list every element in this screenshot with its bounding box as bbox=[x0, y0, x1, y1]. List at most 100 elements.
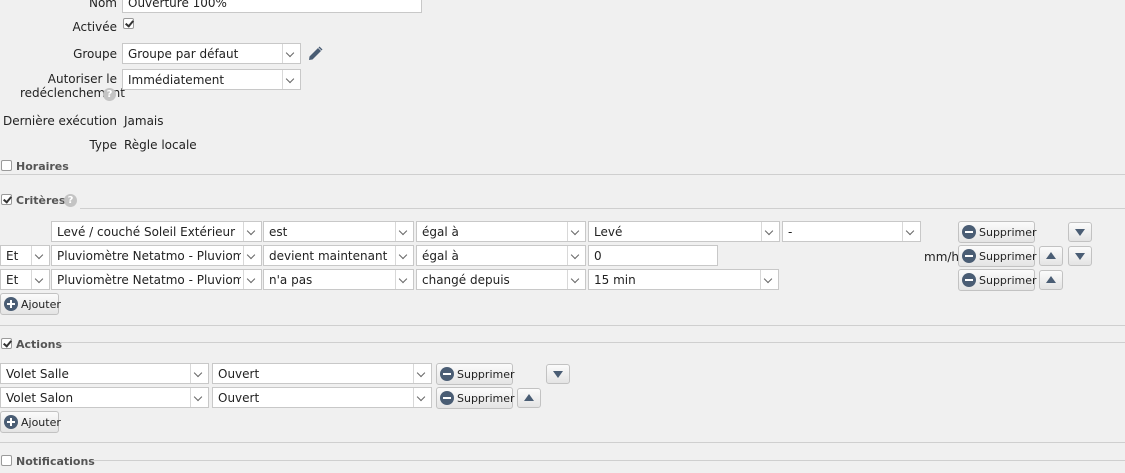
derniere-label: Dernière exécution bbox=[2, 114, 117, 128]
actions-checkbox[interactable] bbox=[1, 338, 12, 349]
delete-label: Supprimer bbox=[457, 392, 515, 405]
help-icon[interactable]: ? bbox=[103, 88, 116, 101]
criterion-2-verb-select[interactable]: devient maintenant bbox=[263, 245, 414, 266]
criterion-2-conj-select[interactable]: Et bbox=[0, 245, 50, 266]
horaires-title: Horaires bbox=[16, 160, 69, 173]
activee-checkbox[interactable] bbox=[123, 18, 134, 29]
delete-label: Supprimer bbox=[979, 226, 1037, 239]
nom-input-value: Ouverture 100% bbox=[128, 0, 227, 10]
notifications-divider bbox=[92, 460, 1125, 461]
criterion-1-extra-select[interactable]: - bbox=[782, 221, 921, 242]
nom-input[interactable]: Ouverture 100% bbox=[122, 0, 422, 13]
plus-circle-icon bbox=[4, 415, 18, 429]
plus-circle-icon bbox=[4, 297, 18, 311]
minus-circle-icon bbox=[962, 225, 976, 239]
criterion-2-delete-button[interactable]: Supprimer bbox=[958, 245, 1037, 267]
criterion-3-op-select[interactable]: changé depuis bbox=[416, 269, 586, 290]
criterion-2-conj: Et bbox=[6, 249, 19, 263]
criterion-1-verb-select[interactable]: est bbox=[263, 221, 414, 242]
criterion-3-device-select[interactable]: Pluviomètre Netatmo - Pluviometrie bbox=[51, 269, 262, 290]
chevron-down-icon bbox=[282, 44, 300, 63]
horaires-checkbox[interactable] bbox=[1, 160, 12, 171]
chevron-down-icon bbox=[761, 222, 779, 241]
groupe-select-value: Groupe par défaut bbox=[128, 47, 239, 61]
add-label: Ajouter bbox=[21, 416, 61, 429]
criterion-1-op-select[interactable]: égal à bbox=[416, 221, 586, 242]
chevron-down-icon bbox=[902, 222, 920, 241]
criterion-3-value-select[interactable]: 15 min bbox=[588, 269, 779, 290]
chevron-down-icon bbox=[190, 364, 208, 383]
criterion-1-move-down-button[interactable] bbox=[1068, 222, 1092, 242]
criterion-2-value-input[interactable]: 0 bbox=[588, 245, 718, 266]
action-2-device: Volet Salon bbox=[6, 391, 74, 405]
chevron-down-icon bbox=[567, 222, 585, 241]
add-action-button[interactable]: Ajouter bbox=[0, 411, 61, 433]
criterion-2-op: égal à bbox=[422, 249, 459, 263]
criterion-2-op-select[interactable]: égal à bbox=[416, 245, 586, 266]
criterion-2-device-select[interactable]: Pluviomètre Netatmo - Pluviometrie bbox=[51, 245, 262, 266]
chevron-down-icon bbox=[31, 270, 49, 289]
criterion-3-conj-select[interactable]: Et bbox=[0, 269, 50, 290]
chevron-down-icon bbox=[190, 388, 208, 407]
notifications-title: Notifications bbox=[16, 455, 95, 468]
chevron-down-icon bbox=[395, 222, 413, 241]
nom-label: Nom bbox=[88, 0, 117, 10]
criterion-1-op: égal à bbox=[422, 225, 459, 239]
criterion-3-verb-select[interactable]: n'a pas bbox=[263, 269, 414, 290]
chevron-down-icon bbox=[282, 70, 300, 89]
actions-bottom-divider bbox=[0, 442, 1125, 443]
chevron-down-icon bbox=[31, 246, 49, 265]
action-1-state-select[interactable]: Ouvert bbox=[212, 363, 432, 384]
chevron-down-icon bbox=[243, 246, 261, 265]
criterion-1-delete-button[interactable]: Supprimer bbox=[958, 221, 1037, 243]
criteres-divider bbox=[80, 208, 1125, 209]
derniere-value: Jamais bbox=[124, 114, 164, 128]
help-icon[interactable]: ? bbox=[64, 194, 77, 207]
delete-label: Supprimer bbox=[979, 274, 1037, 287]
notifications-checkbox[interactable] bbox=[1, 455, 12, 466]
minus-circle-icon bbox=[440, 391, 454, 405]
criterion-2-verb: devient maintenant bbox=[269, 249, 388, 263]
criterion-1-verb: est bbox=[269, 225, 288, 239]
criterion-3-move-up-button[interactable] bbox=[1039, 270, 1063, 290]
action-1-delete-button[interactable]: Supprimer bbox=[436, 363, 515, 385]
action-1-device: Volet Salle bbox=[6, 367, 69, 381]
chevron-down-icon bbox=[395, 270, 413, 289]
action-2-device-select[interactable]: Volet Salon bbox=[0, 387, 209, 408]
action-2-move-up-button[interactable] bbox=[517, 388, 541, 408]
chevron-down-icon bbox=[243, 270, 261, 289]
chevron-down-icon bbox=[413, 364, 431, 383]
action-2-state-select[interactable]: Ouvert bbox=[212, 387, 432, 408]
criterion-2-unit: mm/h bbox=[924, 250, 960, 264]
criterion-2-move-down-button[interactable] bbox=[1068, 246, 1092, 266]
add-label: Ajouter bbox=[21, 298, 61, 311]
criterion-1-value-select[interactable]: Levé bbox=[588, 221, 780, 242]
action-1-move-down-button[interactable] bbox=[546, 364, 570, 384]
criterion-3-value: 15 min bbox=[594, 273, 636, 287]
add-criterion-button[interactable]: Ajouter bbox=[0, 293, 61, 315]
criterion-3-verb: n'a pas bbox=[269, 273, 313, 287]
groupe-label: Groupe bbox=[73, 47, 117, 61]
chevron-down-icon bbox=[395, 246, 413, 265]
criterion-3-delete-button[interactable]: Supprimer bbox=[958, 269, 1037, 291]
delete-label: Supprimer bbox=[457, 368, 515, 381]
criteres-bottom-divider bbox=[0, 325, 1125, 326]
criterion-2-device: Pluviomètre Netatmo - Pluviometrie bbox=[57, 249, 241, 263]
chevron-down-icon bbox=[760, 270, 778, 289]
action-1-device-select[interactable]: Volet Salle bbox=[0, 363, 209, 384]
criterion-1-value: Levé bbox=[594, 225, 623, 239]
actions-divider bbox=[60, 342, 1125, 343]
groupe-select[interactable]: Groupe par défaut bbox=[122, 43, 301, 64]
minus-circle-icon bbox=[962, 249, 976, 263]
criterion-1-device-select[interactable]: Levé / couché Soleil Extérieur bbox=[51, 221, 262, 242]
action-2-delete-button[interactable]: Supprimer bbox=[436, 387, 515, 409]
autoriser-select[interactable]: Immédiatement bbox=[122, 69, 301, 90]
criteres-checkbox[interactable] bbox=[1, 194, 12, 205]
criterion-3-conj: Et bbox=[6, 273, 19, 287]
criterion-2-move-up-button[interactable] bbox=[1039, 246, 1063, 266]
criterion-2-value: 0 bbox=[594, 249, 602, 263]
chevron-down-icon bbox=[567, 246, 585, 265]
minus-circle-icon bbox=[962, 273, 976, 287]
action-1-state: Ouvert bbox=[218, 367, 260, 381]
pencil-icon[interactable] bbox=[306, 45, 324, 63]
